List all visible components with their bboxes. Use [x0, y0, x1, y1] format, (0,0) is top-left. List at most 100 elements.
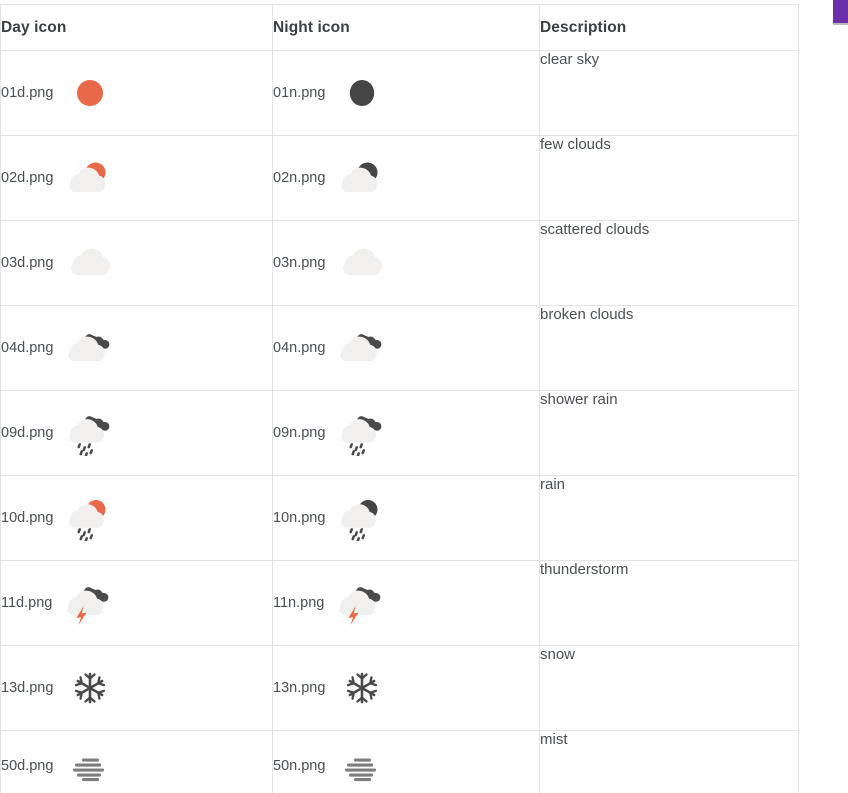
night-icon-cell: 02n.png	[272, 135, 540, 221]
night-icon-row: 09n.png	[273, 410, 539, 456]
day-icon-filename: 09d.png	[1, 425, 54, 441]
night-icon-cell: 50n.png	[272, 730, 540, 793]
day-icon-row: 10d.png	[1, 495, 272, 541]
broken-clouds-icon	[67, 325, 113, 371]
night-icon-row: 04n.png	[273, 325, 539, 371]
table-row: 09d.png 09n.png shower rain	[0, 390, 799, 476]
day-icon-row: 01d.png	[1, 70, 272, 116]
sun-behind-cloud-icon	[67, 155, 113, 201]
table-row: 13d.png 13n.png snow	[0, 645, 799, 731]
night-icon-cell: 03n.png	[272, 220, 540, 306]
day-icon-row: 09d.png	[1, 410, 272, 456]
thunderstorm-icon	[338, 580, 384, 626]
weather-icon-table: Day icon Night icon Description 01d.png 0…	[0, 4, 799, 793]
day-icon-row: 03d.png	[1, 240, 272, 286]
night-icon-cell: 09n.png	[272, 390, 540, 476]
moon-icon	[339, 70, 385, 116]
broken-clouds-icon	[339, 325, 385, 371]
day-icon-cell: 02d.png	[0, 135, 273, 221]
day-icon-cell: 03d.png	[0, 220, 273, 306]
snowflake-icon	[67, 665, 113, 711]
day-icon-cell: 09d.png	[0, 390, 273, 476]
table-header-row: Day icon Night icon Description	[0, 4, 799, 51]
night-icon-filename: 50n.png	[273, 758, 326, 774]
table-body: 01d.png 01n.png clear sky 02d.png 02n.png few…	[0, 50, 799, 793]
day-icon-filename: 11d.png	[1, 595, 53, 611]
column-header-day-icon: Day icon	[0, 4, 273, 51]
mist-icon	[67, 743, 113, 789]
day-icon-cell: 13d.png	[0, 645, 273, 731]
description-cell: mist	[539, 730, 799, 793]
day-icon-row: 11d.png	[1, 580, 272, 626]
shower-rain-icon	[339, 410, 385, 456]
night-icon-cell: 01n.png	[272, 50, 540, 136]
day-icon-cell: 01d.png	[0, 50, 273, 136]
night-icon-row: 03n.png	[273, 240, 539, 286]
sun-rain-icon	[67, 495, 113, 541]
day-icon-filename: 10d.png	[1, 510, 54, 526]
cloud-icon	[339, 240, 385, 286]
night-icon-filename: 13n.png	[273, 680, 326, 696]
night-icon-filename: 04n.png	[273, 340, 326, 356]
day-icon-cell: 11d.png	[0, 560, 273, 646]
corner-purple-marker	[833, 0, 848, 25]
night-icon-row: 13n.png	[273, 665, 539, 711]
shower-rain-icon	[67, 410, 113, 456]
moon-behind-cloud-icon	[339, 155, 385, 201]
moon-rain-icon	[339, 495, 385, 541]
table-row: 02d.png 02n.png few clouds	[0, 135, 799, 221]
night-icon-filename: 10n.png	[273, 510, 326, 526]
night-icon-filename: 02n.png	[273, 170, 326, 186]
night-icon-row: 02n.png	[273, 155, 539, 201]
mist-icon	[339, 743, 385, 789]
day-icon-cell: 04d.png	[0, 305, 273, 391]
day-icon-filename: 03d.png	[1, 255, 54, 271]
day-icon-filename: 01d.png	[1, 85, 54, 101]
thunderstorm-icon	[66, 580, 112, 626]
column-header-night-icon: Night icon	[272, 4, 540, 51]
sun-icon	[67, 70, 113, 116]
description-cell: few clouds	[539, 135, 799, 221]
night-icon-row: 01n.png	[273, 70, 539, 116]
description-cell: snow	[539, 645, 799, 731]
night-icon-row: 10n.png	[273, 495, 539, 541]
cloud-icon	[67, 240, 113, 286]
description-cell: rain	[539, 475, 799, 561]
night-icon-filename: 09n.png	[273, 425, 326, 441]
day-icon-row: 02d.png	[1, 155, 272, 201]
day-icon-filename: 13d.png	[1, 680, 54, 696]
day-icon-filename: 02d.png	[1, 170, 54, 186]
table-row: 03d.png 03n.png scattered clouds	[0, 220, 799, 306]
night-icon-cell: 04n.png	[272, 305, 540, 391]
day-icon-row: 50d.png	[1, 743, 272, 789]
night-icon-cell: 11n.png	[272, 560, 540, 646]
snowflake-icon	[339, 665, 385, 711]
weather-icon-table-wrapper: Day icon Night icon Description 01d.png 0…	[0, 4, 799, 793]
table-row: 01d.png 01n.png clear sky	[0, 50, 799, 136]
night-icon-filename: 01n.png	[273, 85, 326, 101]
description-cell: scattered clouds	[539, 220, 799, 306]
table-header: Day icon Night icon Description	[0, 4, 799, 51]
column-header-description: Description	[539, 4, 799, 51]
night-icon-cell: 10n.png	[272, 475, 540, 561]
night-icon-cell: 13n.png	[272, 645, 540, 731]
description-cell: shower rain	[539, 390, 799, 476]
night-icon-row: 11n.png	[273, 580, 539, 626]
description-cell: thunderstorm	[539, 560, 799, 646]
description-cell: clear sky	[539, 50, 799, 136]
day-icon-cell: 50d.png	[0, 730, 273, 793]
page-root: Day icon Night icon Description 01d.png 0…	[0, 0, 848, 793]
description-cell: broken clouds	[539, 305, 799, 391]
night-icon-filename: 11n.png	[273, 595, 325, 611]
table-row: 11d.png 11n.png thunderstorm	[0, 560, 799, 646]
day-icon-row: 04d.png	[1, 325, 272, 371]
day-icon-filename: 50d.png	[1, 758, 54, 774]
night-icon-filename: 03n.png	[273, 255, 326, 271]
table-row: 50d.png 50n.png mist	[0, 730, 799, 793]
day-icon-filename: 04d.png	[1, 340, 54, 356]
day-icon-row: 13d.png	[1, 665, 272, 711]
table-row: 04d.png 04n.png broken clouds	[0, 305, 799, 391]
table-row: 10d.png 10n.png rain	[0, 475, 799, 561]
night-icon-row: 50n.png	[273, 743, 539, 789]
day-icon-cell: 10d.png	[0, 475, 273, 561]
